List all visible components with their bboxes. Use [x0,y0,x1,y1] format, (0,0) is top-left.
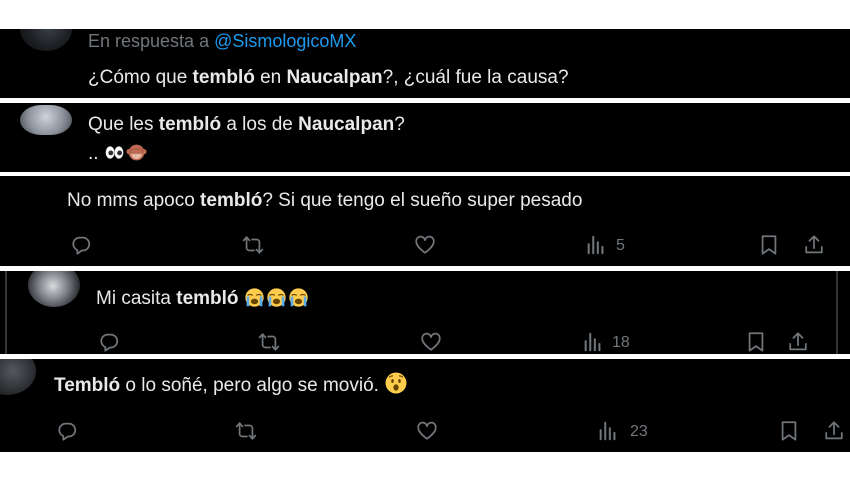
reply-icon[interactable] [56,420,78,442]
views-icon[interactable] [597,420,619,442]
loudly-crying-face-emoji [266,287,287,308]
like-icon[interactable] [416,420,438,442]
highlighted-word: tembló [158,114,222,135]
views-count: 5 [616,237,625,254]
text-segment: o lo soñé, pero algo se movió. [120,375,385,396]
share-icon[interactable] [823,420,845,442]
highlighted-word: Naucalpan [286,67,383,88]
bookmark-icon[interactable] [745,331,767,353]
reply-text: No mms apoco tembló? Si que tengo el sue… [67,190,582,212]
reply-card-3[interactable]: No mms apoco tembló? Si que tengo el sue… [0,176,850,266]
highlighted-word: tembló [176,288,239,309]
text-segment: en [254,67,287,88]
share-icon[interactable] [787,331,809,353]
text-segment: Mi casita [96,288,177,309]
see-no-evil-monkey-emoji [126,142,147,163]
reply-text: Que les tembló a los de Naucalpan? [88,114,405,136]
loudly-crying-face-emoji [288,287,309,308]
repost-icon[interactable] [242,234,264,256]
highlighted-word: tembló [200,190,263,211]
repost-icon[interactable] [258,331,280,353]
like-icon[interactable] [414,234,436,256]
views-count: 23 [630,423,648,440]
text-segment: No mms apoco [67,190,201,211]
highlighted-word: Naucalpan [298,114,395,135]
text-segment: a los de [221,114,299,135]
reply-text: ¿Cómo que tembló en Naucalpan?, ¿cuál fu… [88,67,569,89]
card-border [836,271,838,354]
reply-text: Tembló o lo soñé, pero algo se movió. [54,371,409,397]
reply-context: En respuesta a @SismologicoMX [88,31,356,52]
reply-card-5[interactable]: Tembló o lo soñé, pero algo se movió. 23 [0,359,850,452]
avatar[interactable] [0,359,36,395]
text-segment: ? [394,114,405,135]
views-count: 18 [612,334,630,351]
repost-icon[interactable] [235,420,257,442]
highlighted-word: Tembló [54,375,121,396]
mention-link[interactable]: @SismologicoMX [214,31,356,51]
views-icon[interactable] [585,234,607,256]
text-segment: ?, ¿cuál fue la causa? [382,67,569,88]
eyes-emoji [104,142,125,163]
avatar[interactable] [20,105,72,135]
avatar[interactable] [20,29,72,51]
text-segment: ¿Cómo que [88,67,193,88]
highlighted-word: tembló [192,67,255,88]
avatar[interactable] [28,271,80,307]
reply-prefix: En respuesta a [88,31,210,51]
text-segment: Que les [88,114,159,135]
reply-icon[interactable] [70,234,92,256]
reply-text: Mi casita tembló [96,287,310,310]
like-icon[interactable] [420,331,442,353]
reply-text-line2: .. [88,142,148,165]
bookmark-icon[interactable] [778,420,800,442]
reply-card-1[interactable]: En respuesta a @SismologicoMX ¿Cómo que … [0,29,850,98]
reply-card-4[interactable]: Mi casita tembló 18 [0,271,850,354]
reply-icon[interactable] [98,331,120,353]
astonished-face-emoji [384,371,408,395]
reply-card-2[interactable]: Que les tembló a los de Naucalpan? .. [0,103,850,172]
share-icon[interactable] [803,234,825,256]
text-segment: ? Si que tengo el sueño super pesado [262,190,583,211]
text-segment: .. [88,143,99,164]
thread-line [5,271,7,354]
bookmark-icon[interactable] [758,234,780,256]
views-icon[interactable] [582,331,604,353]
loudly-crying-face-emoji [244,287,265,308]
